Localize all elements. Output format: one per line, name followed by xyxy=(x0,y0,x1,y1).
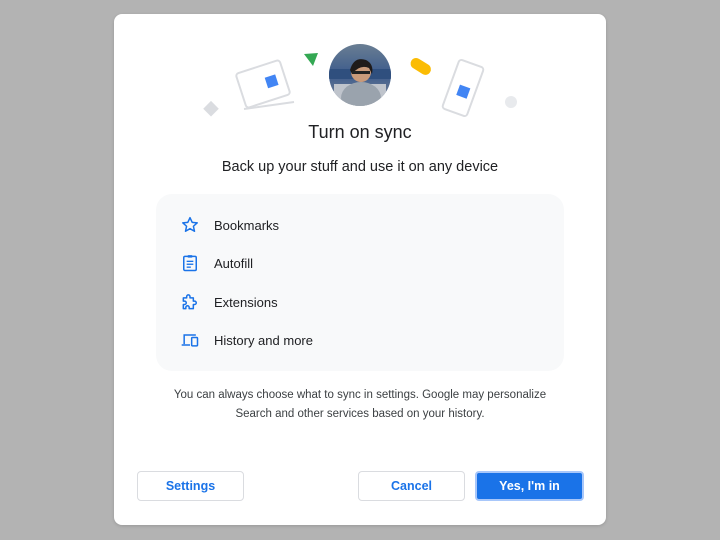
laptop-illustration xyxy=(235,59,295,110)
confirm-button[interactable]: Yes, I'm in xyxy=(475,471,584,501)
devices-icon xyxy=(180,330,200,350)
cancel-button[interactable]: Cancel xyxy=(358,471,465,501)
feature-bookmarks: Bookmarks xyxy=(180,213,279,237)
phone-illustration xyxy=(441,58,485,118)
sync-footnote: You can always choose what to sync in se… xyxy=(154,386,566,424)
feature-label: Extensions xyxy=(214,294,278,310)
footnote-line: Search and other services based on your … xyxy=(235,408,485,420)
feature-label: History and more xyxy=(214,332,313,348)
clipboard-icon xyxy=(180,253,200,273)
feature-extensions: Extensions xyxy=(180,290,278,314)
sync-illustration xyxy=(203,44,517,118)
pill-shape xyxy=(410,58,431,75)
puzzle-icon xyxy=(180,292,200,312)
feature-autofill: Autofill xyxy=(180,251,253,275)
dot-shape xyxy=(505,96,517,108)
dialog-subtitle: Back up your stuff and use it on any dev… xyxy=(221,159,499,175)
dialog-title: Turn on sync xyxy=(308,122,412,142)
star-icon xyxy=(180,215,200,235)
avatar xyxy=(329,44,391,106)
feature-label: Autofill xyxy=(214,255,254,271)
footnote-line: You can always choose what to sync in se… xyxy=(173,389,547,401)
sync-features-list: Bookmarks Autofill Extensions History an… xyxy=(156,194,564,371)
diamond-shape xyxy=(203,100,219,117)
settings-button[interactable]: Settings xyxy=(137,471,244,501)
feature-label: Bookmarks xyxy=(214,217,280,233)
sync-dialog: Turn on sync Back up your stuff and use … xyxy=(114,14,606,525)
triangle-shape xyxy=(304,53,318,66)
feature-history: History and more xyxy=(180,328,313,352)
